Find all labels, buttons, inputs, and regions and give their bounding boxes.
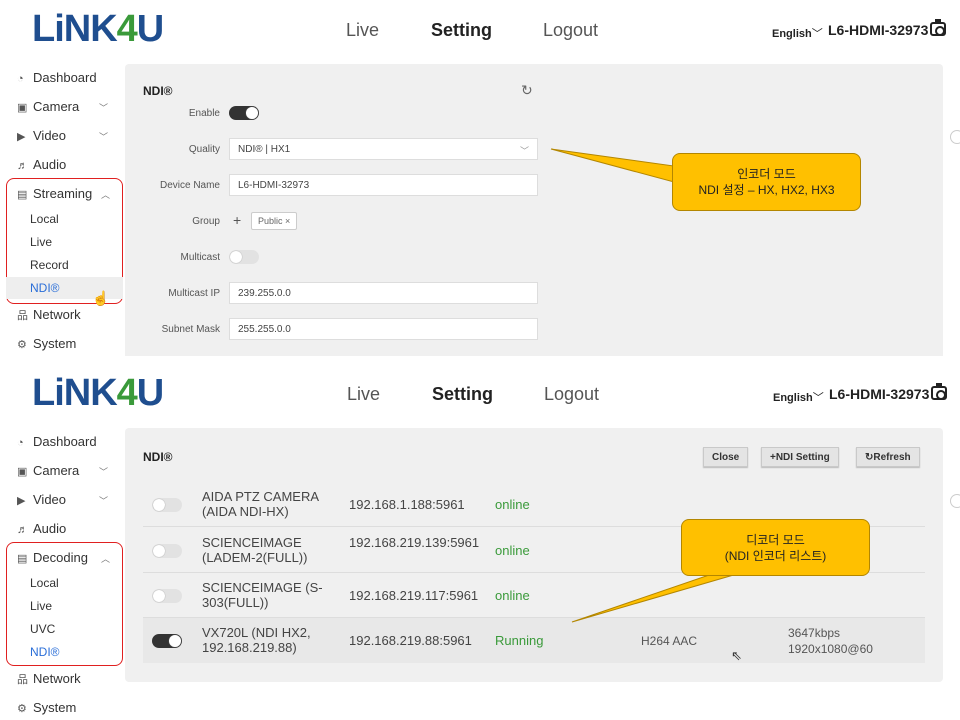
decoder-callout: 디코더 모드 (NDI 인코더 리스트) bbox=[681, 519, 870, 576]
decoder-screenshot: LiNK4U Live Setting Logout English﹀ L6-H… bbox=[0, 364, 960, 720]
help-icon[interactable] bbox=[950, 130, 960, 144]
encoder-screenshot: LiNK4U Live Setting Logout English﹀ L6-H… bbox=[0, 0, 960, 356]
encoder-callout: 인코더 모드 NDI 설정 – HX, HX2, HX3 bbox=[672, 153, 861, 211]
help-icon[interactable] bbox=[950, 494, 960, 508]
